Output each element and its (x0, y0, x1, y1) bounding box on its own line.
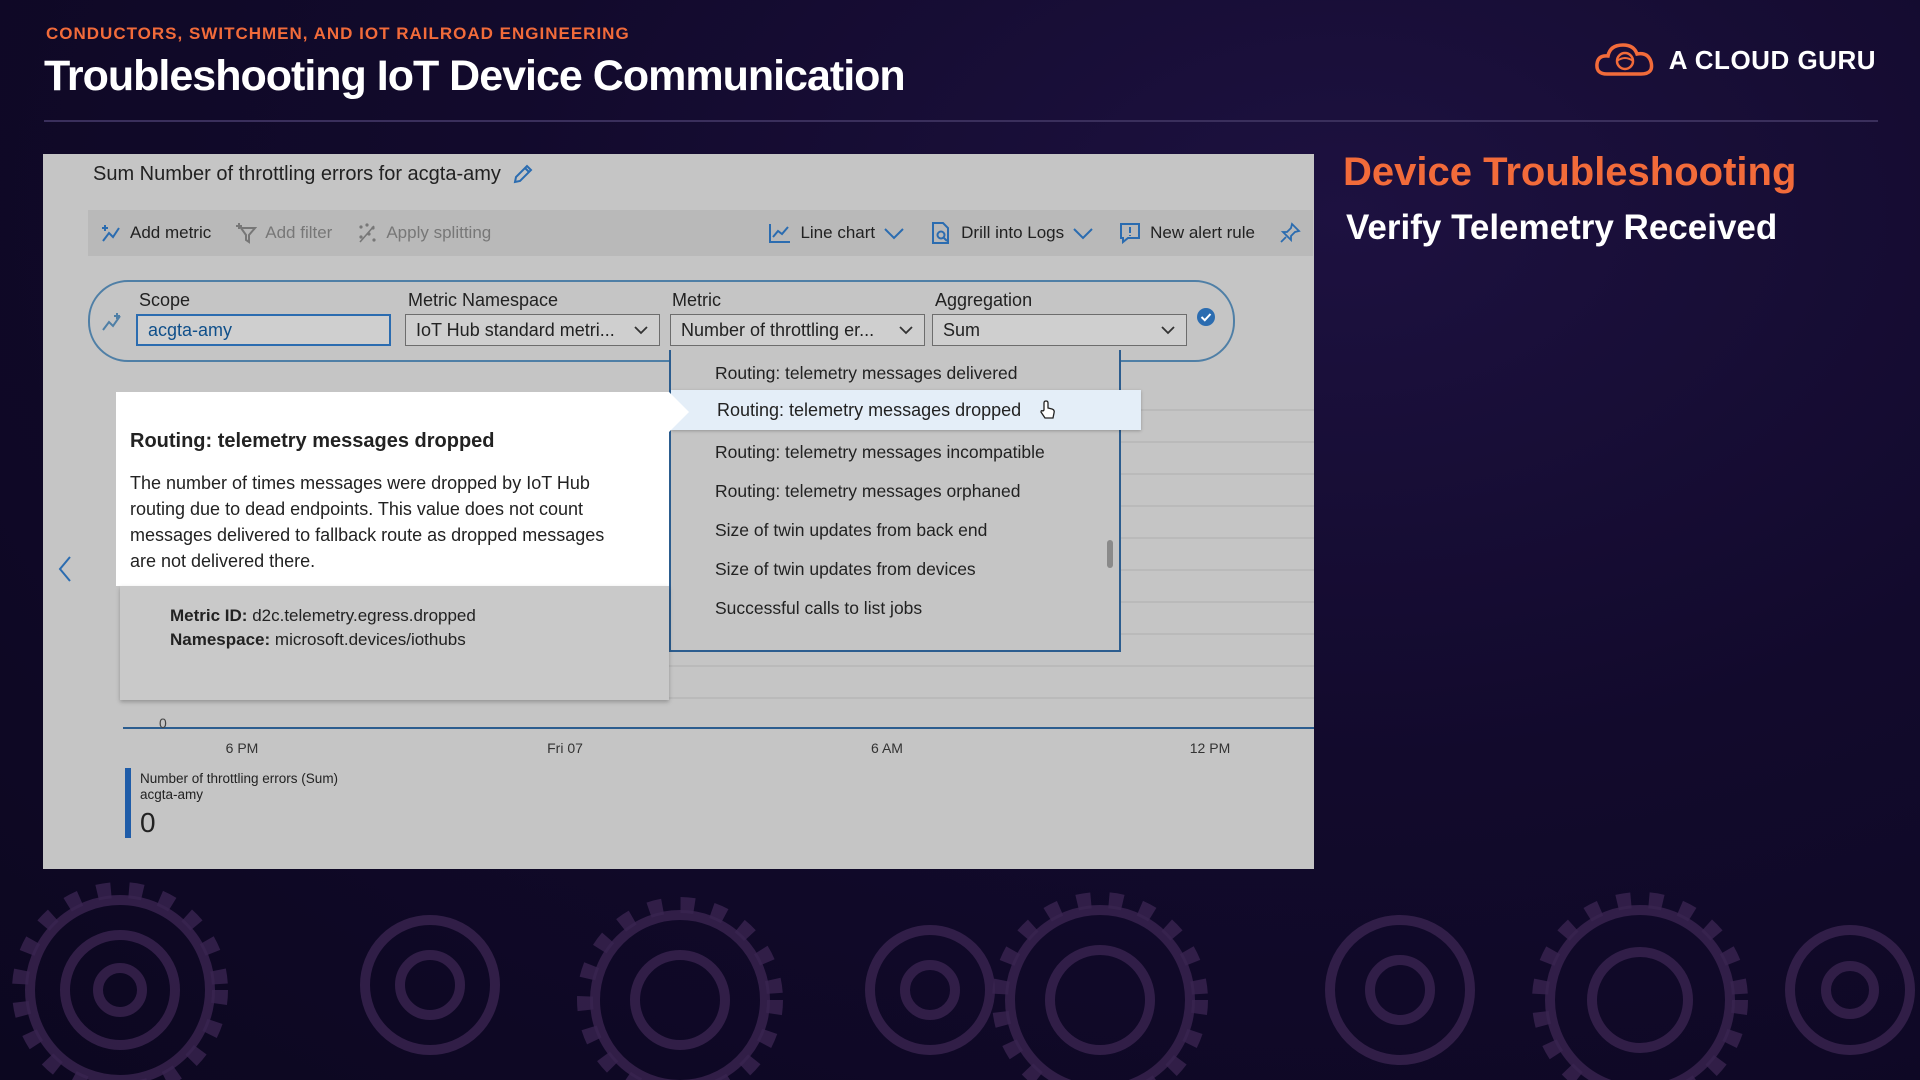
dropdown-item[interactable]: Size of twin updates from back end (715, 520, 987, 541)
new-alert-rule-label: New alert rule (1150, 223, 1255, 242)
add-metric-label: Add metric (130, 223, 212, 242)
add-metric-icon (102, 225, 120, 242)
aggregation-select[interactable]: Sum (932, 314, 1187, 346)
confirm-check-icon[interactable] (1195, 306, 1217, 328)
highlighted-item-label: Routing: telemetry messages dropped (717, 399, 1022, 420)
cloud-logo-icon (1594, 43, 1653, 76)
chart-title-text: Sum Number of throttling errors for acgt… (93, 162, 501, 185)
add-metric-button[interactable]: Add metric (88, 222, 223, 244)
legend-color-bar (125, 768, 131, 838)
metric-id-value: d2c.telemetry.egress.dropped (252, 606, 476, 625)
slide-title: Troubleshooting IoT Device Communication (44, 52, 906, 100)
metric-tooltip: Routing: telemetry messages dropped The … (116, 392, 669, 586)
chevron-down-icon (634, 326, 648, 335)
brand-logo: A CLOUD GURU (1593, 40, 1876, 80)
x-tick-label: 6 AM (871, 740, 903, 756)
namespace-line: Namespace: microsoft.devices/iothubs (170, 630, 466, 650)
legend-value: 0 (140, 807, 156, 838)
metric-label: Metric (672, 290, 721, 310)
metric-id-line: Metric ID: d2c.telemetry.egress.dropped (170, 606, 476, 626)
brand-name: A CLOUD GURU (1668, 44, 1876, 75)
y-tick-label: 0 (159, 715, 167, 731)
namespace-label: Metric Namespace (408, 290, 559, 310)
new-alert-rule-button[interactable]: New alert rule (1106, 221, 1267, 245)
pin-button[interactable] (1267, 222, 1313, 244)
chevron-down-icon (1161, 326, 1175, 335)
drill-into-logs-button[interactable]: Drill into Logs (917, 221, 1106, 245)
dropdown-item[interactable]: Routing: telemetry messages delivered (715, 363, 1018, 384)
series-line (123, 727, 1314, 729)
metric-selector-icon (102, 313, 121, 331)
namespace-meta-value: microsoft.devices/iothubs (274, 630, 466, 649)
pencil-icon[interactable] (511, 162, 535, 186)
line-chart-icon (769, 224, 791, 243)
namespace-meta-label: Namespace: (170, 630, 271, 649)
dropdown-item[interactable]: Size of twin updates from devices (715, 559, 976, 580)
tooltip-metadata: Metric ID: d2c.telemetry.egress.dropped … (120, 586, 669, 700)
chevron-down-icon (899, 326, 913, 335)
pin-icon (1280, 222, 1301, 243)
chevron-down-icon (884, 228, 904, 240)
hand-cursor-icon (1040, 400, 1056, 419)
line-chart-button[interactable]: Line chart (756, 222, 917, 244)
legend-series[interactable]: Number of throttling errors (Sum) acgta-… (140, 771, 338, 803)
legend-resource: acgta-amy (140, 787, 204, 802)
dropdown-scrollbar[interactable] (1107, 540, 1113, 568)
metrics-panel: Sum Number of throttling errors for acgt… (43, 154, 1314, 869)
chart-title: Sum Number of throttling errors for acgt… (93, 162, 535, 186)
aggregation-value: Sum (943, 319, 981, 340)
add-filter-button[interactable]: Add filter (223, 222, 344, 244)
dropdown-item-highlighted[interactable]: Routing: telemetry messages dropped (671, 390, 1141, 430)
scope-value: acgta-amy (148, 319, 233, 340)
section-title: Device Troubleshooting (1343, 150, 1797, 194)
x-tick-label: 6 PM (225, 740, 259, 756)
metric-id-label: Metric ID: (170, 606, 248, 625)
apply-splitting-label: Apply splitting (386, 223, 492, 242)
slide-kicker: CONDUCTORS, SWITCHMEN, AND IOT RAILROAD … (46, 24, 630, 43)
apply-splitting-button[interactable]: Apply splitting (344, 222, 503, 244)
tooltip-arrow (669, 392, 689, 432)
section-subtitle: Verify Telemetry Received (1346, 208, 1778, 247)
alert-icon (1120, 223, 1141, 245)
dropdown-item[interactable]: Successful calls to list jobs (715, 598, 922, 619)
metric-value: Number of throttling er... (681, 319, 875, 340)
chevron-down-icon (1073, 228, 1093, 240)
scope-label: Scope (139, 290, 191, 310)
decorative-gears (12, 882, 1915, 1080)
title-divider (44, 120, 1878, 122)
aggregation-label: Aggregation (935, 290, 1033, 310)
chevron-left-icon[interactable] (57, 554, 73, 584)
metric-select[interactable]: Number of throttling er... (670, 314, 925, 346)
drill-into-logs-label: Drill into Logs (961, 223, 1065, 242)
dropdown-item[interactable]: Routing: telemetry messages incompatible (715, 442, 1045, 463)
add-filter-label: Add filter (265, 223, 333, 242)
x-tick-label: Fri 07 (547, 740, 583, 756)
line-chart-label: Line chart (800, 223, 876, 242)
legend-series-name: Number of throttling errors (Sum) (140, 771, 339, 786)
scope-input[interactable]: acgta-amy (136, 314, 391, 346)
dropdown-item[interactable]: Routing: telemetry messages orphaned (715, 481, 1020, 502)
x-tick-label: 12 PM (1189, 740, 1231, 756)
tooltip-title: Routing: telemetry messages dropped (130, 430, 495, 452)
namespace-select[interactable]: IoT Hub standard metri... (405, 314, 660, 346)
logs-icon (932, 222, 950, 244)
filter-icon (236, 223, 258, 244)
splitting-icon (359, 223, 376, 243)
tooltip-description: The number of times messages were droppe… (130, 473, 605, 571)
namespace-value: IoT Hub standard metri... (416, 319, 615, 340)
metrics-toolbar: Add metric Add filter Apply splitting Li… (88, 210, 1313, 256)
